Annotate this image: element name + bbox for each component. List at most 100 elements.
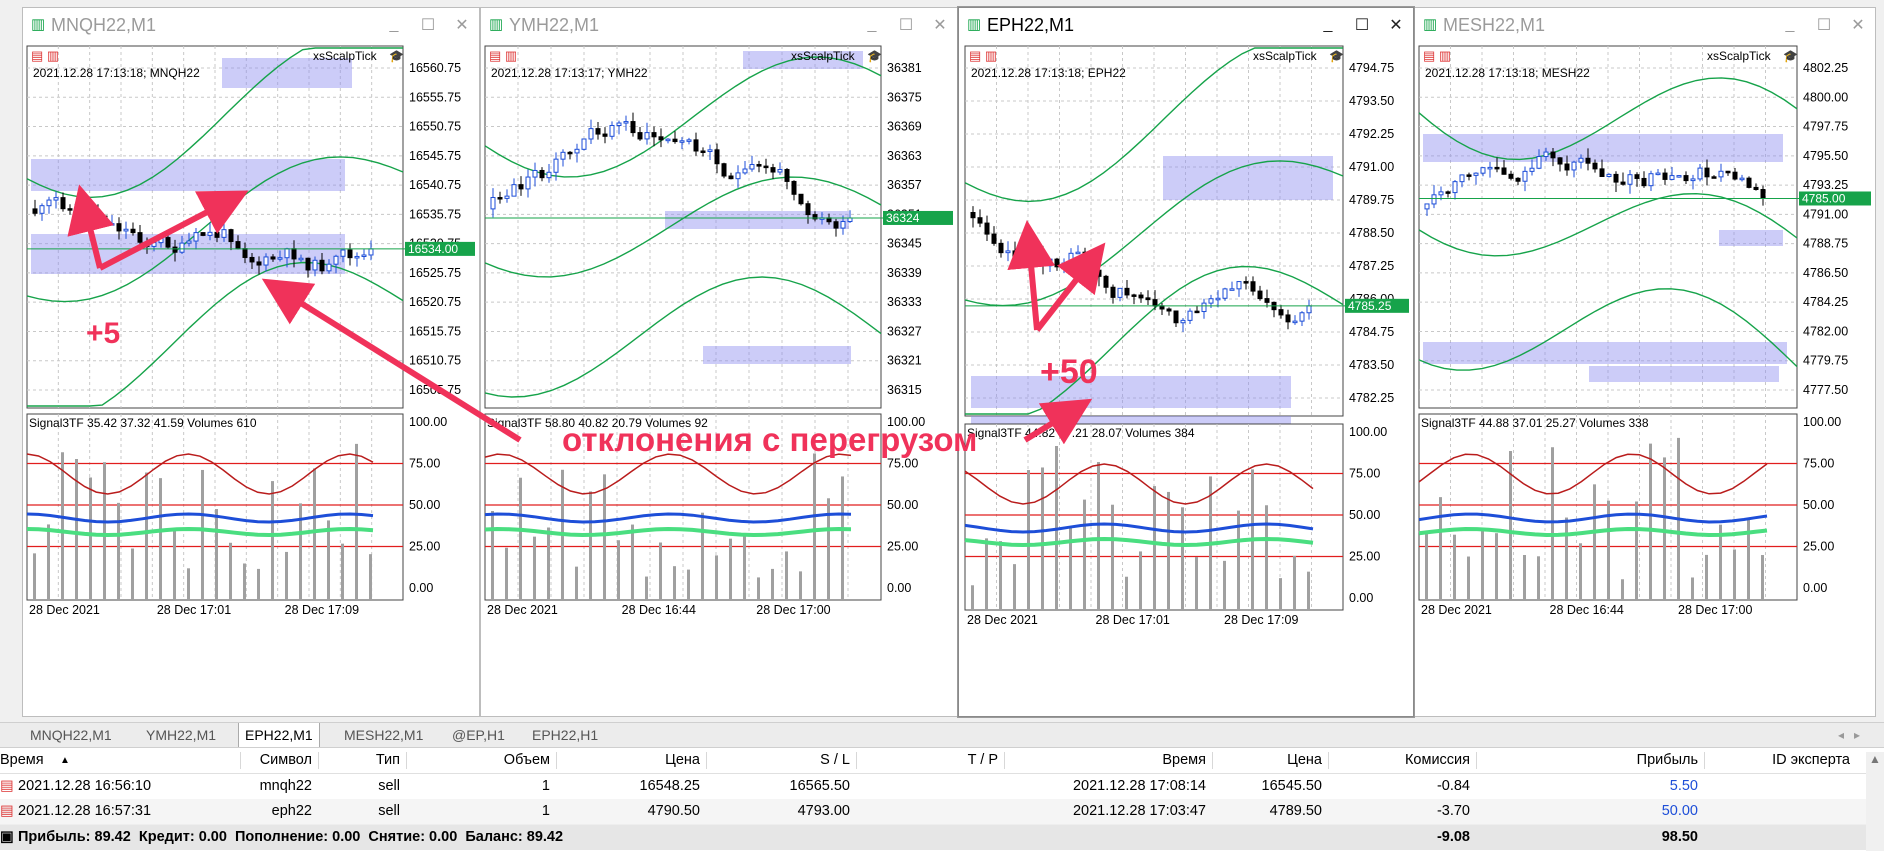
column-header[interactable]: Символ xyxy=(240,748,312,773)
close-button[interactable]: ✕ xyxy=(1841,15,1875,35)
minimize-button[interactable]: _ xyxy=(377,16,411,34)
window-titlebar[interactable]: ▥ EPH22,M1 _ ☐ ✕ xyxy=(959,8,1413,42)
table-row[interactable]: ▤ 2021.12.28 16:56:10 mnqh22 sell 1 1654… xyxy=(0,774,1884,800)
candle-body xyxy=(574,148,580,154)
volume: 1 xyxy=(541,778,550,794)
window-titlebar[interactable]: ▥ MESH22,M1 _ ☐ ✕ xyxy=(1415,8,1875,42)
tab-eph22-h1[interactable]: EPH22,H1 xyxy=(526,723,604,747)
tab-mnqh22-m1[interactable]: MNQH22,M1 xyxy=(24,723,118,747)
signal-text: Signal3TF 58.80 40.82 20.79 Volumes 92 xyxy=(487,416,708,430)
window-titlebar[interactable]: ▥ MNQH22,M1 _ ☐ ✕ xyxy=(23,8,479,42)
candle-body xyxy=(798,193,804,205)
chart-canvas[interactable]: 16560.75 16555.75 16550.75 16545.75 16540.75… xyxy=(23,42,479,716)
maximize-button[interactable]: ☐ xyxy=(411,15,445,35)
chart-canvas[interactable]: 3638136375363693636336357363513634536339… xyxy=(481,42,957,716)
candle-body xyxy=(1662,172,1668,180)
candle-body xyxy=(1173,310,1179,324)
signal-text: Signal3TF 44.88 37.01 25.27 Volumes 338 xyxy=(1421,416,1649,430)
close-button[interactable]: ✕ xyxy=(923,15,957,35)
candle-body xyxy=(1508,173,1514,179)
candle-body xyxy=(1152,299,1158,307)
tab-eph22-m1[interactable]: EPH22,M1 xyxy=(238,723,320,747)
window-titlebar[interactable]: ▥ YMH22,M1 _ ☐ ✕ xyxy=(481,8,957,42)
oscillator-axis-label: 75.00 xyxy=(1803,457,1834,471)
candle-body xyxy=(497,197,503,200)
table-row[interactable]: ▤ 2021.12.28 16:57:31 eph22 sell 1 4790.… xyxy=(0,799,1884,825)
price-axis-label: 36357 xyxy=(887,178,922,192)
candle-body xyxy=(39,205,45,214)
volume: 1 xyxy=(541,803,550,819)
summary-icon: ▣ xyxy=(0,829,14,845)
chart-canvas[interactable]: 4802.25 4800.00 4797.75 4795.50 4793.25 4791.… xyxy=(1415,42,1875,716)
sort-asc-icon: ▲ xyxy=(60,755,70,766)
column-header[interactable]: S / L xyxy=(706,748,850,773)
price-axis-label: 4793.25 xyxy=(1803,178,1848,192)
chart-window-mesh22[interactable]: ▥ MESH22,M1 _ ☐ ✕ 4802.25 4800.00 4797.75 4… xyxy=(1414,7,1876,717)
minimize-button[interactable]: _ xyxy=(1773,16,1807,34)
column-header[interactable]: ID эксперта xyxy=(1704,748,1850,773)
column-header[interactable]: Цена xyxy=(1212,748,1322,773)
column-header[interactable]: Объем xyxy=(406,748,550,773)
close-button[interactable]: ✕ xyxy=(445,15,479,35)
close-button[interactable]: ✕ xyxy=(1379,15,1413,35)
vertical-scrollbar[interactable]: ▲ xyxy=(1866,752,1884,851)
tab-ep-h1[interactable]: @EP,H1 xyxy=(446,723,511,747)
tab-scroll-arrows[interactable]: ◂▸ xyxy=(1838,723,1870,747)
volume-bar xyxy=(355,443,358,600)
open-time: 2021.12.28 16:57:31 xyxy=(18,803,152,819)
price-axis-label: 4787.25 xyxy=(1349,259,1394,273)
candle-body xyxy=(1103,275,1109,288)
scroll-up-icon[interactable]: ▲ xyxy=(1866,752,1884,766)
candle-body xyxy=(1278,309,1284,316)
level-zone xyxy=(665,211,849,229)
candle-body xyxy=(1473,172,1479,176)
candle-body xyxy=(511,184,517,197)
candle-body xyxy=(333,255,339,265)
candle-body xyxy=(1648,173,1654,187)
column-header[interactable]: Время xyxy=(0,748,44,773)
column-header[interactable]: T / P xyxy=(856,748,998,773)
maximize-button[interactable]: ☐ xyxy=(1807,15,1841,35)
candle-body xyxy=(102,215,108,226)
chart-window-ymh22[interactable]: ▥ YMH22,M1 _ ☐ ✕ 36381 36375 36369 36363 363… xyxy=(480,7,958,717)
volume-bar xyxy=(1041,467,1044,610)
volume-bar xyxy=(201,469,204,600)
candle-body xyxy=(1033,250,1039,257)
maximize-button[interactable]: ☐ xyxy=(1345,15,1379,35)
column-header[interactable]: Время xyxy=(1004,748,1206,773)
candle-body xyxy=(1236,281,1242,290)
maximize-button[interactable]: ☐ xyxy=(889,15,923,35)
candle-body xyxy=(1571,161,1577,171)
candle-body xyxy=(1704,167,1710,178)
column-header[interactable]: Прибыль xyxy=(1476,748,1698,773)
candle-body xyxy=(679,140,685,143)
tab-mesh22-m1[interactable]: MESH22,M1 xyxy=(338,723,429,747)
price-axis-label: 4779.75 xyxy=(1803,354,1848,368)
tab-ymh22-m1[interactable]: YMH22,M1 xyxy=(140,723,222,747)
price-axis-label: 36345 xyxy=(887,237,922,251)
volume-bar xyxy=(1153,486,1156,610)
candle-body xyxy=(686,139,692,142)
chart-window-mnqh22[interactable]: ▥ MNQH22,M1 _ ☐ ✕ 16560.75 16555.75 16550.… xyxy=(22,7,480,717)
total-commission: -9.08 xyxy=(1436,829,1470,845)
level-zone xyxy=(1589,366,1779,382)
candle-body xyxy=(984,222,990,235)
minimize-button[interactable]: _ xyxy=(1311,16,1345,34)
oscillator-axis-label: 25.00 xyxy=(409,540,440,554)
minimize-button[interactable]: _ xyxy=(855,16,889,34)
volume-bar xyxy=(1481,527,1484,600)
column-header[interactable]: Тип xyxy=(318,748,400,773)
volume-bar xyxy=(985,538,988,610)
chart-window-eph22[interactable]: ▥ EPH22,M1 _ ☐ ✕ 4794.75 4793.50 4792.25 47… xyxy=(958,7,1414,717)
candle-body xyxy=(46,199,52,207)
level-zone xyxy=(971,376,1291,408)
oscillator-axis-label: 25.00 xyxy=(1349,550,1380,564)
column-header[interactable]: Цена xyxy=(556,748,700,773)
column-header[interactable]: Комиссия xyxy=(1328,748,1470,773)
open-price: 4790.50 xyxy=(647,803,700,819)
candle-body xyxy=(74,204,80,210)
chart-canvas[interactable]: 4794.75 4793.50 4792.25 4791.00 4789.75 4788.… xyxy=(959,42,1413,716)
time-axis-label: 28 Dec 2021 xyxy=(29,603,100,617)
candle-body xyxy=(991,233,997,244)
hat-icon: 🎓 xyxy=(867,49,882,63)
